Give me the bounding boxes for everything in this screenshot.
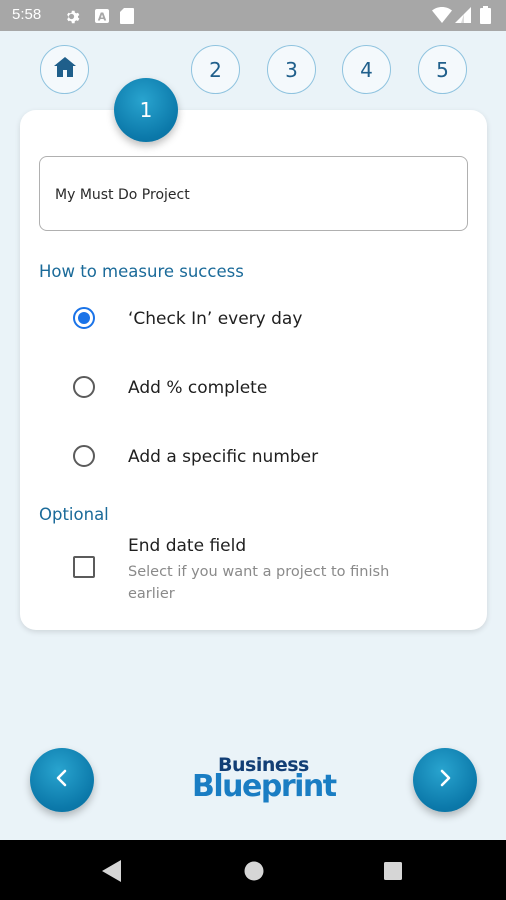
status-time: 5:58 (12, 6, 42, 23)
svg-text:A: A (98, 11, 107, 24)
step-home-button[interactable] (40, 45, 89, 94)
radio-specific-number[interactable] (73, 445, 95, 467)
option-label-specific-number: Add a specific number (128, 447, 319, 467)
end-date-label: End date field (128, 536, 247, 556)
option-label-check-in: ‘Check In’ every day (128, 309, 303, 329)
optional-section-title: Optional (39, 505, 109, 524)
end-date-checkbox[interactable] (73, 556, 95, 578)
wifi-icon (432, 7, 452, 27)
step-3-button[interactable]: 3 (267, 45, 316, 94)
recents-square-icon[interactable] (384, 862, 402, 884)
battery-icon (480, 6, 491, 28)
chevron-right-icon (438, 769, 452, 791)
gear-icon (64, 8, 82, 30)
project-card: My Must Do Project How to measure succes… (20, 110, 487, 630)
chevron-left-icon (55, 769, 69, 791)
android-navigation-bar (0, 840, 506, 900)
end-date-description: Select if you want a project to finish e… (128, 564, 390, 602)
step-4-button[interactable]: 4 (342, 45, 391, 94)
back-triangle-icon[interactable] (102, 860, 122, 886)
status-bar: 5:58 A (0, 0, 506, 31)
sd-card-icon (120, 8, 134, 28)
radio-check-in[interactable] (73, 307, 95, 329)
measure-section-title: How to measure success (39, 262, 244, 281)
step-1-active[interactable]: 1 (114, 78, 178, 142)
project-name-value: My Must Do Project (55, 187, 190, 203)
logo-blueprint-text: Blueprint (192, 769, 337, 804)
radio-percent-complete[interactable] (73, 376, 95, 398)
signal-icon (455, 7, 471, 27)
step-2-button[interactable]: 2 (191, 45, 240, 94)
app-a-icon: A (94, 8, 110, 28)
back-button[interactable] (30, 748, 94, 812)
app-screen: 2 3 4 5 My Must Do Project How to measur… (0, 31, 506, 840)
option-label-percent-complete: Add % complete (128, 378, 268, 398)
home-circle-icon[interactable] (244, 861, 264, 885)
home-icon (53, 57, 76, 82)
step-5-button[interactable]: 5 (418, 45, 467, 94)
project-name-field[interactable]: My Must Do Project (39, 156, 468, 231)
business-blueprint-logo: Business Blueprint (190, 754, 337, 812)
next-button[interactable] (413, 748, 477, 812)
